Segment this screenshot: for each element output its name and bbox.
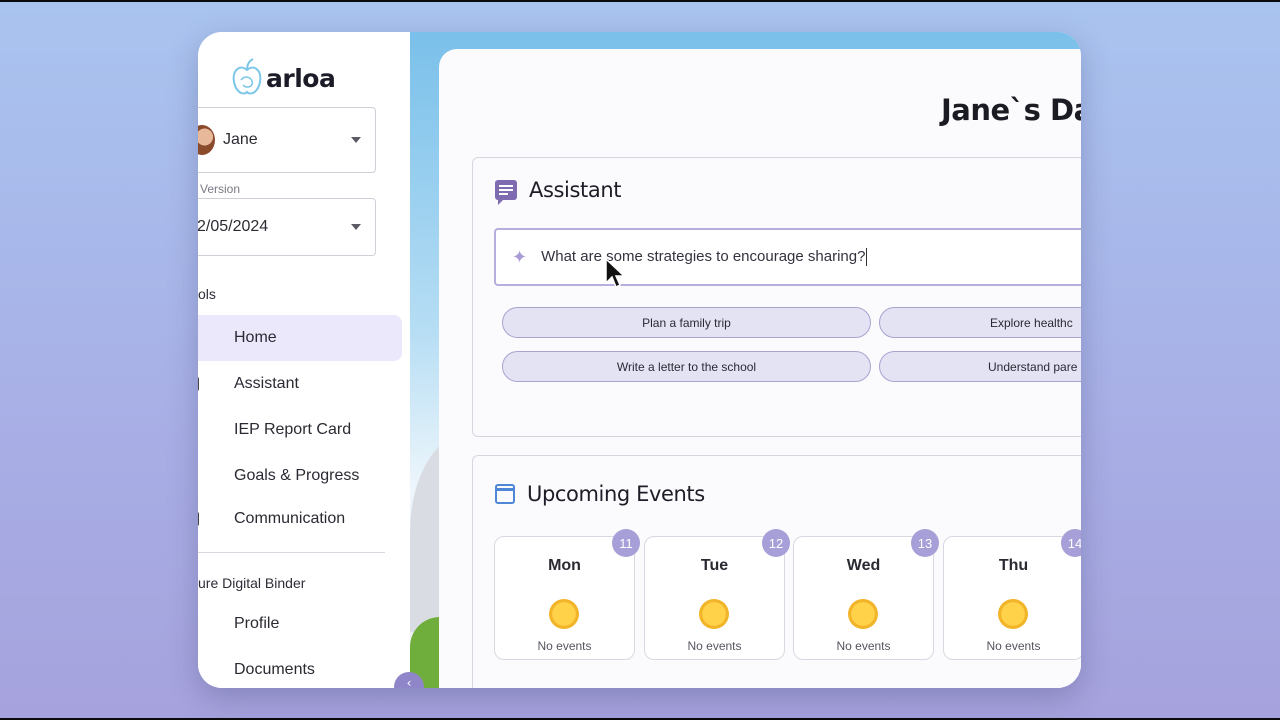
assistant-prompt-text: What are some strategies to encourage sh… bbox=[541, 247, 868, 267]
sidebar-item-label: IEP Report Card bbox=[234, 421, 352, 438]
tools-section-label: ols bbox=[198, 286, 216, 302]
app-window: arloa Jane 2/05/2024 Version ols Home As… bbox=[198, 32, 1081, 688]
sidebar-item-home[interactable]: Home bbox=[198, 315, 402, 361]
app-logo-text: arloa bbox=[266, 63, 336, 93]
sidebar: arloa Jane 2/05/2024 Version ols Home As… bbox=[198, 32, 410, 688]
sun-icon bbox=[848, 599, 878, 629]
upcoming-events-card: Upcoming Events Mon No events 11 Tue No … bbox=[472, 455, 1081, 688]
user-select[interactable]: Jane bbox=[198, 107, 376, 173]
day-date-badge: 11 bbox=[612, 529, 640, 557]
day-date-badge: 12 bbox=[762, 529, 790, 557]
text-caret bbox=[866, 248, 868, 267]
version-label: Version bbox=[198, 182, 243, 196]
day-card-mon[interactable]: Mon No events 11 bbox=[494, 529, 640, 660]
apple-logo-icon bbox=[232, 58, 262, 95]
page-title: Jane`s Das bbox=[941, 93, 1081, 127]
day-name: Tue bbox=[700, 557, 729, 574]
sidebar-item-assistant[interactable]: Assistant bbox=[198, 361, 402, 407]
suggestion-chip-explore[interactable]: Explore healthc bbox=[879, 307, 1081, 338]
day-status: No events bbox=[986, 639, 1041, 653]
day-status: No events bbox=[687, 639, 742, 653]
sidebar-item-label: Profile bbox=[234, 615, 280, 632]
app-logo[interactable]: arloa bbox=[230, 56, 336, 100]
day-name: Mon bbox=[548, 557, 581, 574]
events-card-header: Upcoming Events bbox=[495, 482, 705, 506]
sidebar-item-label: Documents bbox=[234, 661, 315, 678]
day-card-tue[interactable]: Tue No events 12 bbox=[644, 529, 790, 660]
avatar bbox=[198, 125, 215, 155]
sun-icon bbox=[699, 599, 729, 629]
binder-section-label: ure Digital Binder bbox=[198, 575, 306, 591]
suggestion-chip-family-trip[interactable]: Plan a family trip bbox=[502, 307, 871, 338]
day-card-thu[interactable]: Thu No events 14 bbox=[943, 529, 1081, 660]
events-card-title: Upcoming Events bbox=[527, 482, 705, 506]
sidebar-item-goals-progress[interactable]: Goals & Progress bbox=[198, 453, 402, 499]
day-name: Wed bbox=[846, 557, 881, 574]
mouse-pointer-icon bbox=[605, 257, 626, 289]
sidebar-item-label: Goals & Progress bbox=[234, 467, 360, 484]
version-value: 2/05/2024 bbox=[198, 218, 269, 235]
calendar-icon bbox=[495, 484, 515, 504]
chevron-left-icon: ‹ bbox=[406, 676, 412, 688]
sun-icon bbox=[549, 599, 579, 629]
sidebar-item-communication[interactable]: Communication bbox=[198, 496, 402, 542]
sidebar-item-documents[interactable]: Documents bbox=[198, 647, 402, 688]
sparkle-icon: ✦ bbox=[512, 246, 528, 268]
sun-icon bbox=[998, 599, 1028, 629]
main-panel: Jane`s Das Assistant ✦ What are some str… bbox=[439, 49, 1081, 688]
sidebar-item-iep-report-card[interactable]: IEP Report Card bbox=[198, 407, 402, 453]
sidebar-item-label: Assistant bbox=[234, 375, 299, 392]
version-select[interactable]: 2/05/2024 bbox=[198, 198, 376, 256]
letterbox-top bbox=[0, 0, 1280, 2]
sidebar-item-label: Home bbox=[234, 329, 277, 346]
assistant-card: Assistant ✦ What are some strategies to … bbox=[472, 157, 1081, 437]
assistant-icon bbox=[198, 377, 199, 391]
day-name: Thu bbox=[998, 557, 1029, 574]
assistant-prompt-input[interactable]: ✦ What are some strategies to encourage … bbox=[494, 228, 1081, 286]
chevron-down-icon bbox=[351, 224, 361, 230]
suggestion-chip-understand[interactable]: Understand pare bbox=[879, 351, 1081, 382]
assistant-card-header: Assistant bbox=[495, 178, 622, 205]
assistant-card-title: Assistant bbox=[529, 178, 622, 202]
suggestion-chip-letter[interactable]: Write a letter to the school bbox=[502, 351, 871, 382]
sidebar-item-profile[interactable]: Profile bbox=[198, 601, 402, 647]
day-status: No events bbox=[537, 639, 592, 653]
chat-icon bbox=[495, 180, 517, 205]
communication-icon bbox=[198, 512, 199, 526]
day-status: No events bbox=[836, 639, 891, 653]
user-name: Jane bbox=[223, 131, 258, 148]
day-card-wed[interactable]: Wed No events 13 bbox=[793, 529, 939, 660]
day-date-badge: 14 bbox=[1061, 529, 1081, 557]
sidebar-item-label: Communication bbox=[234, 510, 346, 527]
day-date-badge: 13 bbox=[911, 529, 939, 557]
sidebar-divider bbox=[198, 552, 385, 553]
chevron-down-icon bbox=[351, 137, 361, 143]
